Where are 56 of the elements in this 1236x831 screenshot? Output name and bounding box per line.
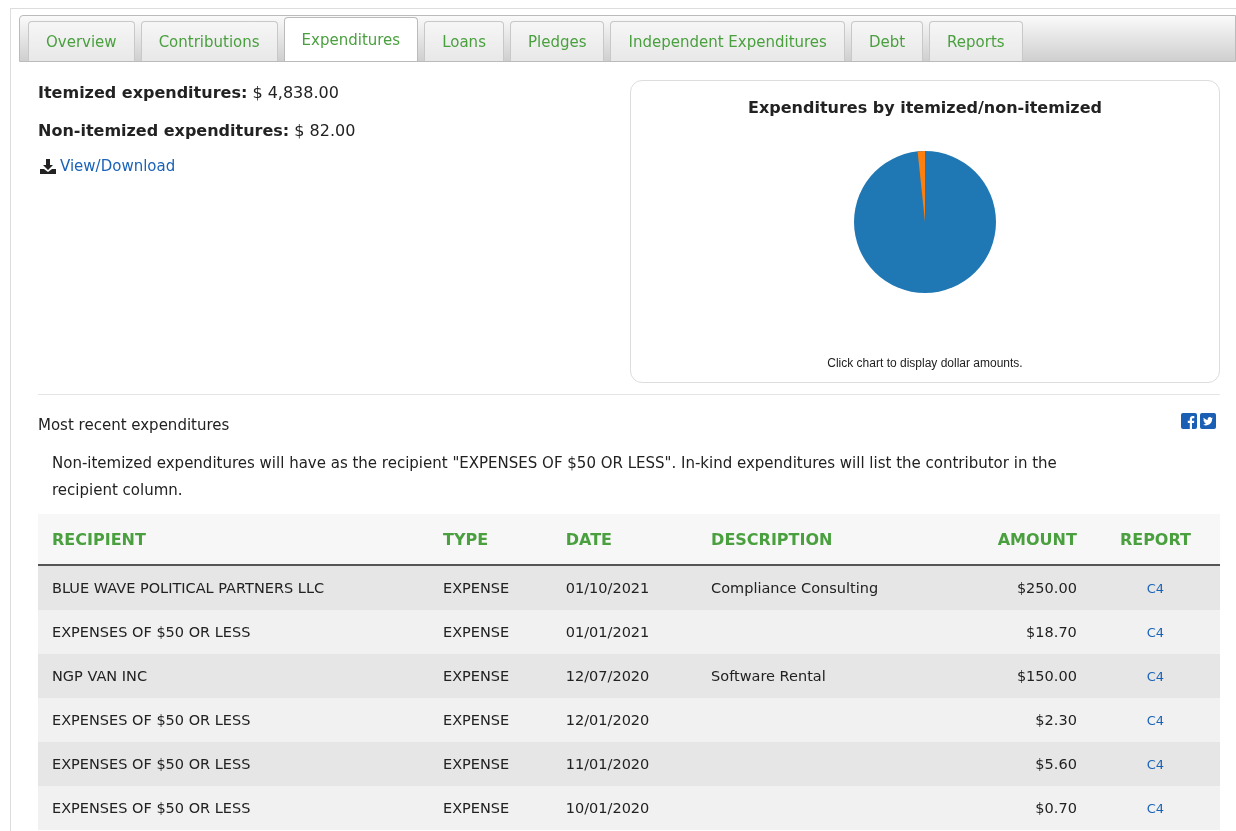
table-cell: EXPENSE bbox=[429, 786, 552, 830]
table-cell: $0.70 bbox=[951, 786, 1091, 830]
table-cell: EXPENSES OF $50 OR LESS bbox=[38, 786, 429, 830]
column-header: REPORT bbox=[1090, 514, 1220, 565]
report-link[interactable]: C4 bbox=[1146, 757, 1165, 772]
table-cell: 11/01/2020 bbox=[551, 742, 698, 786]
summary-line: Itemized expenditures: $ 4,838.00 bbox=[38, 82, 340, 104]
report-link[interactable]: C4 bbox=[1146, 669, 1165, 684]
chart-title: Expenditures by itemized/non-itemized bbox=[748, 98, 1102, 117]
facebook-icon[interactable] bbox=[1181, 413, 1197, 429]
chart-caption: Click chart to display dollar amounts. bbox=[827, 356, 1023, 370]
report-link[interactable]: C4 bbox=[1146, 713, 1165, 728]
table-cell: EXPENSE bbox=[429, 610, 552, 654]
column-header: TYPE bbox=[429, 514, 552, 565]
column-header: AMOUNT bbox=[951, 514, 1091, 565]
table-cell: 12/01/2020 bbox=[551, 698, 698, 742]
report-link[interactable]: C4 bbox=[1146, 581, 1165, 596]
table-cell: 10/01/2020 bbox=[551, 786, 698, 830]
report-link[interactable]: C4 bbox=[1146, 625, 1165, 640]
download-icon bbox=[40, 158, 56, 174]
table-cell: $2.30 bbox=[951, 698, 1091, 742]
report-link[interactable]: C4 bbox=[1146, 801, 1165, 816]
table-cell: EXPENSES OF $50 OR LESS bbox=[38, 698, 429, 742]
column-header: DESCRIPTION bbox=[697, 514, 952, 565]
table-cell: 12/07/2020 bbox=[551, 654, 698, 698]
column-header: RECIPIENT bbox=[38, 514, 429, 565]
tab[interactable]: Pledges bbox=[509, 21, 605, 61]
table-cell: EXPENSES OF $50 OR LESS bbox=[38, 610, 429, 654]
tab[interactable]: Contributions bbox=[140, 21, 278, 61]
table-cell: Compliance Consulting bbox=[697, 565, 952, 610]
table-cell: EXPENSE bbox=[429, 698, 552, 742]
note-text: Non-itemized expenditures will have as the recipient "EXPENSES OF $50 OR LESS". In-kind expenditures will list the contributor in the recipient column. bbox=[52, 453, 1058, 501]
table-cell: EXPENSE bbox=[429, 654, 552, 698]
tab[interactable]: Reports bbox=[929, 21, 1023, 61]
table-cell: $5.60 bbox=[951, 742, 1091, 786]
table-cell: EXPENSE bbox=[429, 742, 552, 786]
table-cell: Software Rental bbox=[697, 654, 952, 698]
section-title: Most recent expenditures bbox=[38, 416, 230, 434]
summary-line: Non-itemized expenditures: $ 82.00 bbox=[38, 120, 356, 142]
tab[interactable]: Independent Expenditures bbox=[610, 21, 845, 61]
table-cell: $250.00 bbox=[951, 565, 1091, 610]
tab[interactable]: Expenditures bbox=[283, 17, 419, 61]
tab[interactable]: Debt bbox=[850, 21, 924, 61]
column-header: DATE bbox=[551, 514, 698, 565]
table-cell: $150.00 bbox=[951, 654, 1091, 698]
table-cell: NGP VAN INC bbox=[38, 654, 429, 698]
table-cell: $18.70 bbox=[951, 610, 1091, 654]
tab[interactable]: Loans bbox=[424, 21, 504, 61]
tab[interactable]: Overview bbox=[28, 21, 135, 61]
twitter-icon[interactable] bbox=[1200, 413, 1216, 429]
table-cell: EXPENSES OF $50 OR LESS bbox=[38, 742, 429, 786]
table-cell: 01/01/2021 bbox=[551, 610, 698, 654]
table-cell: 01/10/2021 bbox=[551, 565, 698, 610]
table-cell: BLUE WAVE POLITICAL PARTNERS LLC bbox=[38, 565, 429, 610]
download-link[interactable]: View/Download bbox=[40, 157, 176, 175]
table-cell: EXPENSE bbox=[429, 565, 552, 610]
